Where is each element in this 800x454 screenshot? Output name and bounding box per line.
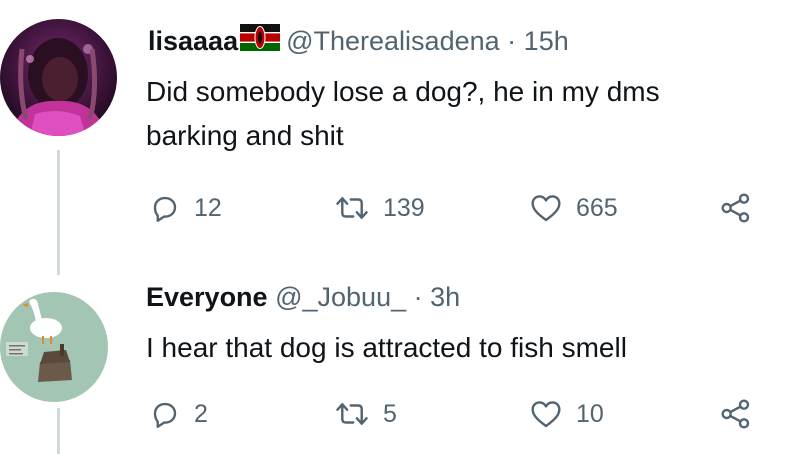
reply-button[interactable]: 12 <box>150 193 222 223</box>
heart-icon <box>530 399 562 429</box>
tweet-text-line: I hear that dog is attracted to fish sme… <box>146 332 627 363</box>
reply-icon <box>150 193 180 223</box>
retweet-icon <box>335 193 369 223</box>
reply-count: 2 <box>194 399 208 428</box>
share-button[interactable] <box>720 399 752 429</box>
share-icon <box>720 399 752 429</box>
retweet-count: 5 <box>383 399 397 428</box>
like-count: 10 <box>576 399 604 428</box>
thread-line <box>57 150 60 275</box>
retweet-button[interactable]: 139 <box>335 193 425 223</box>
like-count: 665 <box>576 193 618 222</box>
display-name[interactable]: Everyone <box>146 282 268 312</box>
retweet-icon <box>335 399 369 429</box>
like-button[interactable]: 10 <box>530 399 604 429</box>
thread-line <box>57 408 60 454</box>
separator: · <box>413 282 423 312</box>
separator: · <box>507 26 517 57</box>
retweet-count: 139 <box>383 193 425 222</box>
reply-button[interactable]: 2 <box>150 399 208 429</box>
tweet-header: lisaaaa @Therealisadena · 15h <box>148 24 569 62</box>
like-button[interactable]: 665 <box>530 193 618 223</box>
share-icon <box>720 193 752 223</box>
tweet-text-line: Did somebody lose a dog?, he in my dms <box>146 76 660 107</box>
user-handle[interactable]: @Therealisadena <box>286 26 500 56</box>
reply-count: 12 <box>194 193 222 222</box>
retweet-button[interactable]: 5 <box>335 399 397 429</box>
reply-icon <box>150 399 180 429</box>
avatar[interactable] <box>0 19 117 136</box>
tweet-text: I hear that dog is attracted to fish sme… <box>146 326 627 370</box>
share-button[interactable] <box>720 193 752 223</box>
timestamp[interactable]: 15h <box>524 26 569 56</box>
timestamp[interactable]: 3h <box>430 282 460 312</box>
avatar[interactable] <box>0 292 108 402</box>
tweet-text: Did somebody lose a dog?, he in my dms b… <box>146 70 660 158</box>
kenya-flag-icon <box>240 24 281 58</box>
heart-icon <box>530 193 562 223</box>
tweet-header: Everyone @_Jobuu_ · 3h <box>146 281 460 313</box>
tweet-text-line: barking and shit <box>146 120 344 151</box>
user-handle[interactable]: @_Jobuu_ <box>275 282 406 312</box>
display-name[interactable]: lisaaaa <box>148 26 238 56</box>
